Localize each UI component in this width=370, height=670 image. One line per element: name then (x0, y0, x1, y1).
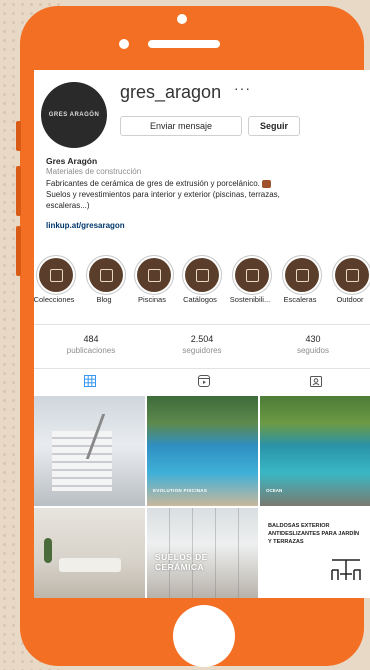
bio-line: Fabricantes de cerámica de gres de extru… (46, 179, 260, 188)
avatar[interactable]: GRES ARAGÓN (41, 82, 107, 148)
phone-sensor (119, 39, 129, 49)
profile-category: Materiales de construcción (46, 167, 142, 176)
post-tile[interactable]: OCEAN (260, 396, 370, 506)
post-staircase-shape (52, 431, 112, 491)
phone-side-button (16, 166, 21, 216)
profile-link[interactable]: linkup.at/gresaragon (46, 221, 125, 230)
stat-value: 484 (83, 334, 99, 344)
profile-display-name: Gres Aragón (46, 156, 98, 166)
highlight-ring (332, 255, 370, 295)
grid-icon[interactable] (84, 375, 96, 387)
profile-tab-bar (34, 372, 370, 394)
profile-username: gres_aragon (120, 82, 222, 102)
phone-speaker (148, 40, 220, 48)
tagged-icon[interactable] (310, 375, 322, 387)
post-caption: EVOLUTION PISCINAS (153, 488, 208, 493)
post-tile[interactable]: EVOLUTION PISCINAS (147, 396, 258, 506)
highlight-label: Outdoor (336, 295, 364, 304)
highlight-colecciones[interactable]: Colecciones (34, 255, 76, 304)
post-caption: OCEAN (266, 488, 283, 493)
garden-furniture-icon (331, 559, 361, 580)
stat-value: 430 (305, 334, 321, 344)
post-tile[interactable] (34, 396, 145, 506)
highlight-cover-icon (285, 258, 319, 292)
highlight-ring (232, 255, 272, 295)
bio-line: Suelos y revestimientos para interior y … (46, 190, 280, 199)
more-options-icon[interactable]: ··· (234, 80, 251, 96)
highlight-cover-icon (185, 258, 219, 292)
stat-following[interactable]: 430 seguidos (268, 334, 358, 355)
stat-label: seguidores (182, 346, 222, 355)
highlight-ring (282, 255, 322, 295)
divider (34, 368, 370, 369)
home-button[interactable] (173, 605, 235, 667)
phone-side-button (16, 121, 21, 151)
instagram-profile-screen: GRES ARAGÓN gres_aragon ··· Enviar mensa… (34, 70, 370, 598)
highlight-cover-icon (89, 258, 123, 292)
brick-emoji-icon (262, 179, 272, 188)
highlight-cover-icon (137, 258, 171, 292)
divider (34, 324, 370, 325)
highlight-cover-icon (335, 258, 369, 292)
post-caption: BALDOSAS EXTERIOR ANTIDESLIZANTES PARA J… (268, 523, 360, 545)
post-tile[interactable]: SUELOS DE CERÁMICA (147, 508, 258, 598)
highlight-sostenibilidad[interactable]: Sostenibili... (230, 255, 272, 304)
reels-icon[interactable] (198, 375, 210, 387)
highlight-cover-icon (39, 258, 73, 292)
post-tile[interactable] (34, 508, 145, 598)
follow-button[interactable]: Seguir (248, 116, 300, 136)
highlight-ring (36, 255, 76, 295)
highlight-escaleras[interactable]: Escaleras (282, 255, 322, 304)
phone-side-button (16, 226, 21, 276)
phone-camera (177, 14, 187, 24)
stat-label: publicaciones (66, 346, 116, 355)
stat-label: seguidos (296, 346, 330, 355)
avatar-logo-text: GRES ARAGÓN (48, 112, 100, 118)
stat-followers[interactable]: 2.504 seguidores (157, 334, 247, 355)
post-plant-shape (44, 538, 52, 563)
bio-line: escaleras...) (46, 201, 90, 210)
highlight-piscinas[interactable]: Piscinas (134, 255, 174, 304)
profile-bio: Fabricantes de cerámica de gres de extru… (46, 178, 336, 211)
highlight-ring (134, 255, 174, 295)
post-tile[interactable]: BALDOSAS EXTERIOR ANTIDESLIZANTES PARA J… (260, 508, 370, 598)
send-message-button[interactable]: Enviar mensaje (120, 116, 242, 136)
highlight-outdoor[interactable]: Outdoor (332, 255, 370, 304)
stat-value: 2.504 (190, 334, 214, 344)
highlight-ring (86, 255, 126, 295)
highlight-ring (182, 255, 222, 295)
highlight-blog[interactable]: Blog (86, 255, 126, 304)
post-sofa-shape (59, 558, 121, 572)
highlight-catalogos[interactable]: Catálogos (182, 255, 222, 304)
post-caption: SUELOS DE CERÁMICA (155, 552, 208, 572)
stat-posts: 484 publicaciones (46, 334, 136, 355)
highlight-cover-icon (235, 258, 269, 292)
